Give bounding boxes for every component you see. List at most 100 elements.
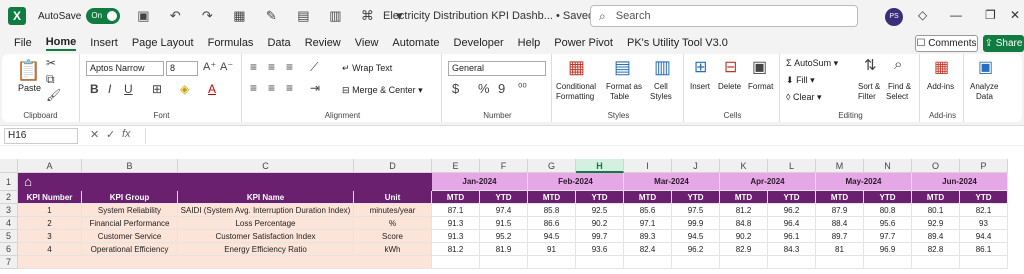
mtd-value-cell[interactable]: 89.3 [624,230,672,243]
underline-button[interactable]: U [124,82,133,96]
currency-button[interactable]: $ [452,81,459,96]
row-header-2[interactable]: 2 [0,191,18,204]
addins-button[interactable]: Add-ins [927,82,954,91]
mtd-value-cell[interactable]: 81.2 [432,243,480,256]
share-button[interactable]: ⇪ Share [983,35,1024,52]
addins-icon[interactable]: ▦ [934,57,949,77]
ytd-value-cell[interactable]: 94.5 [672,230,720,243]
tab-developer[interactable]: Developer [454,37,504,49]
kpi-group-cell[interactable]: System Reliability [82,204,178,217]
mtd-value-cell[interactable]: 80.1 [912,204,960,217]
tab-data[interactable]: Data [267,37,290,49]
mtd-value-cell[interactable]: 87.1 [432,204,480,217]
sort-filter-icon[interactable]: ⇅ [864,56,877,74]
conditional-formatting-icon[interactable]: ▦ [568,57,585,78]
increase-font-icon[interactable]: A⁺ [203,60,216,73]
tab-help[interactable]: Help [518,37,541,49]
empty-cell[interactable] [912,256,960,269]
ytd-value-cell[interactable]: 90.2 [576,217,624,230]
format-cells-icon[interactable]: ▣ [752,57,767,77]
column-header-l[interactable]: L [768,159,816,173]
ytd-value-cell[interactable]: 80.8 [864,204,912,217]
row-header-7[interactable]: 7 [0,256,18,269]
formula-input[interactable] [145,128,1020,144]
tab-home[interactable]: Home [45,36,77,51]
mtd-value-cell[interactable]: 82.8 [912,243,960,256]
empty-cell[interactable] [624,256,672,269]
ytd-value-cell[interactable]: 95.6 [864,217,912,230]
mtd-value-cell[interactable]: 81 [816,243,864,256]
row-header-1[interactable]: 1 [0,173,18,191]
kpi-name-cell[interactable]: Loss Percentage [178,217,354,230]
mtd-value-cell[interactable]: 88.4 [816,217,864,230]
ytd-value-cell[interactable]: 82.1 [960,204,1008,217]
mtd-value-cell[interactable]: 89.4 [912,230,960,243]
empty-cell[interactable] [480,256,528,269]
kpi-group-cell[interactable]: Customer Service [82,230,178,243]
sort-filter-button[interactable]: Sort & [858,82,880,91]
mtd-value-cell[interactable]: 82.4 [624,243,672,256]
tab-automate[interactable]: Automate [392,37,439,49]
ytd-value-cell[interactable]: 94.4 [960,230,1008,243]
row-header-5[interactable]: 5 [0,230,18,243]
kpi-name-cell[interactable]: Energy Efficiency Ratio [178,243,354,256]
insert-cells-icon[interactable]: ⊞ [694,57,707,77]
find-select-button[interactable]: Find & [888,82,911,91]
kpi-number-cell[interactable]: 1 [18,204,82,217]
tab-insert[interactable]: Insert [90,37,118,49]
bold-button[interactable]: B [90,82,99,96]
align-bottom-icon[interactable]: ≡ [286,60,293,74]
mtd-value-cell[interactable]: 91.3 [432,217,480,230]
column-header-a[interactable]: A [18,159,82,173]
merge-center-button[interactable]: ⊟ Merge & Center ▾ [342,85,423,96]
table-icon[interactable]: ▦ [230,8,248,24]
empty-cell[interactable] [720,256,768,269]
kpi-icon[interactable]: ▤ [294,8,312,24]
select-all-corner[interactable] [0,159,18,173]
ytd-value-cell[interactable]: 91.5 [480,217,528,230]
kpi-number-cell[interactable]: 4 [18,243,82,256]
kpi-number-cell[interactable]: 3 [18,230,82,243]
empty-cell[interactable] [672,256,720,269]
tab-page-layout[interactable]: Page Layout [132,37,194,49]
delete-cells-icon[interactable]: ⊟ [724,57,737,77]
column-header-i[interactable]: I [624,159,672,173]
copy-icon[interactable]: ⧉ [46,72,55,87]
column-header-m[interactable]: M [816,159,864,173]
cell-styles-button[interactable]: Cell [654,82,668,91]
mtd-value-cell[interactable]: 92.9 [912,217,960,230]
column-header-n[interactable]: N [864,159,912,173]
font-color-button[interactable]: A [208,82,216,96]
number-format-select[interactable]: General [448,61,546,76]
mtd-value-cell[interactable]: 85.6 [624,204,672,217]
conditional-formatting-button[interactable]: Conditional [556,82,596,91]
format-as-table-button[interactable]: Format as [606,82,642,91]
column-header-c[interactable]: C [178,159,354,173]
mtd-value-cell[interactable]: 87.9 [816,204,864,217]
worksheet-grid[interactable]: A B C D E F G H I J K L M N O P 1 2 3 4 5 6 7 ⌂ Jan-2024 Feb-2024… [0,146,1024,274]
empty-cell[interactable] [432,256,480,269]
comments-button[interactable]: ☐ Comments [915,35,978,52]
mtd-value-cell[interactable]: 84.8 [720,217,768,230]
cut-icon[interactable]: ✂ [46,56,56,70]
comma-button[interactable]: 9 [498,81,505,96]
ytd-value-cell[interactable]: 99.7 [576,230,624,243]
empty-cell[interactable] [768,256,816,269]
restore-icon[interactable]: ❐ [985,8,996,22]
tab-view[interactable]: View [355,37,379,49]
mtd-value-cell[interactable]: 94.5 [528,230,576,243]
column-header-d[interactable]: D [354,159,432,173]
ytd-value-cell[interactable]: 99.9 [672,217,720,230]
fx-icon[interactable]: fx [122,128,131,140]
unit-cell[interactable]: kWh [354,243,432,256]
chart-icon[interactable]: ▥ [326,8,344,24]
ytd-value-cell[interactable]: 96.2 [672,243,720,256]
link-icon[interactable]: ⌘ [358,8,376,24]
mtd-value-cell[interactable]: 91.3 [432,230,480,243]
empty-cell[interactable] [576,256,624,269]
kpi-name-cell[interactable]: SAIDI (System Avg. Interruption Duration… [178,204,354,217]
analyze-data-button[interactable]: Analyze [970,82,998,91]
tab-file[interactable]: File [14,37,32,49]
empty-cell[interactable] [528,256,576,269]
unit-cell[interactable]: minutes/year [354,204,432,217]
